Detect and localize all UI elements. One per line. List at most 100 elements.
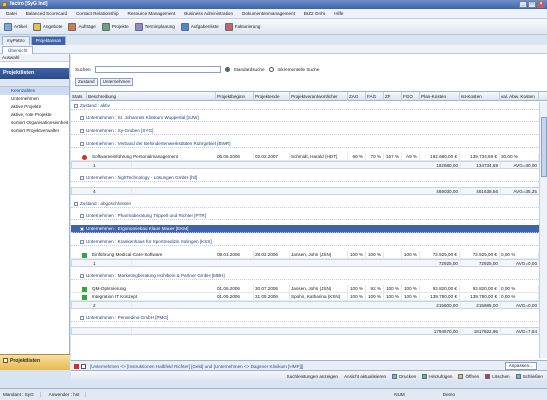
oeffnen-button[interactable]: Öffnen [458, 373, 479, 379]
menu-biz2[interactable]: BIZ2 Onl's [304, 11, 325, 16]
sidebar-item-projektverwalter[interactable]: sortiert Projektverwalter [0, 127, 69, 135]
sidebar-item-aktive-rote-projekte[interactable]: aktive, rote Projekte [0, 111, 69, 119]
group-label: Zustand : abgeschlossen [80, 201, 132, 206]
menu-resource-management[interactable]: Resource Management [128, 11, 176, 16]
table-row[interactable]: Integration IT Konzept 01.05.2006 31.05.20… [71, 293, 547, 301]
table-row[interactable]: QM-Optimierung 01.06.2006 30.07.2006 Jansen… [71, 285, 547, 293]
col-abw-kosten[interactable]: val. Abw. Kosten [500, 92, 539, 101]
expand-icon[interactable] [74, 201, 78, 206]
summary-plan: 192680,00 [421, 162, 461, 170]
toolbar-angebote-button[interactable]: Angebote [32, 22, 62, 31]
suchleistungen-button[interactable]: Suchleistungen anzeigen [287, 374, 338, 379]
anpassen-button[interactable]: Anpassen... [504, 362, 537, 370]
group-chip-zustand[interactable]: Zustand [75, 78, 98, 86]
search-input[interactable] [94, 66, 221, 73]
table-row[interactable]: Softwareeinführung Personalmanagement 06.… [71, 153, 547, 161]
ansicht-aktualisieren-button[interactable]: Ansicht aktualisieren [344, 374, 386, 379]
col-zf[interactable]: ZF [384, 92, 402, 101]
expand-icon[interactable] [80, 115, 84, 120]
group-row[interactable]: Unternehmen : Marketingberatung Hohlbein… [71, 272, 547, 280]
col-ist-kosten[interactable]: Ist-Kosten [460, 92, 500, 101]
sidebar-bottom-label: Projektlisten [10, 358, 41, 364]
sidebar-item-aktive-projekte[interactable]: aktive Projekte [0, 103, 69, 111]
col-fag[interactable]: FAG [366, 92, 384, 101]
toolbar-fakturierung-button[interactable]: Fakturierung [224, 22, 260, 31]
toolbar-projekte-button[interactable]: Projekte [101, 22, 129, 31]
menu-business-administration[interactable]: Business Administration [184, 11, 233, 16]
group-label: Unternehmen : St. Johannes Klinikum Wupp… [86, 115, 199, 120]
toolbar-auftraege-button[interactable]: Aufträge [68, 22, 96, 31]
summary-abw: AVG=7,84 [501, 328, 540, 336]
table-row[interactable]: Einführung Medical-Care-Software 09.01.20… [71, 251, 547, 259]
scrollbar-thumb[interactable] [541, 117, 547, 177]
col-projektende[interactable]: Projektende [254, 92, 290, 101]
group-row[interactable]: Unternehmen : Pharmaberatung Trippelt un… [71, 212, 547, 220]
expand-icon[interactable] [80, 315, 84, 320]
expand-icon[interactable] [80, 226, 84, 231]
col-stats[interactable]: Stats [71, 92, 87, 101]
tab-mypattro[interactable]: myPattro [2, 36, 30, 45]
tab-projektansicht[interactable]: Projektansan [30, 36, 67, 45]
group-row[interactable]: Unternehmen : Krankenhaus für Sportmediz… [71, 238, 547, 246]
group-row[interactable]: Unternehmen : Ergonomiebau Klaus Mauer [… [71, 225, 547, 233]
group-row[interactable]: Unternehmen : Sy-Gruben [SYG] [71, 127, 547, 135]
menu-contact-relationship[interactable]: Contact Relationship [76, 11, 118, 16]
tab-uebersicht[interactable]: Übersicht [2, 46, 34, 54]
expand-icon[interactable] [80, 175, 84, 180]
close-button[interactable]: × [537, 1, 545, 8]
menu-dokumentenmanagement[interactable]: Dokumentenmanagement [242, 11, 295, 16]
cell-abw: 0,00 % [500, 285, 539, 293]
vertical-scrollbar[interactable] [539, 102, 547, 358]
incremental-search-radio[interactable] [268, 67, 274, 72]
col-zag[interactable]: ZAG [348, 92, 366, 101]
standard-search-radio[interactable] [224, 67, 230, 72]
col-projektbeginn[interactable]: Projektbeginn [216, 92, 254, 101]
group-row[interactable]: Zustand : aktiv [71, 102, 547, 110]
group-row[interactable]: Unternehmen : St. Johannes Klinikum Wupp… [71, 114, 547, 122]
group-row[interactable]: Unternehmen : Verband der Behindertenwer… [71, 140, 547, 148]
status-num: NUM [394, 392, 405, 397]
expand-icon[interactable] [80, 128, 84, 133]
drucken-button[interactable]: Drucken [392, 373, 416, 379]
maximize-button[interactable]: □ [528, 1, 536, 8]
group-label: Unternehmen : highTechnology - Lösungen … [86, 175, 198, 180]
open-icon [458, 373, 464, 379]
window-title: factro [SyG Ind] [10, 1, 48, 7]
sidebar-item-organisationseinheit[interactable]: sortiert Organisationseinheit [0, 119, 69, 127]
group-label: Unternehmen : Marketingberatung Hohlbein… [86, 273, 225, 278]
group-chip-unternehmen[interactable]: Unternehmen [99, 78, 134, 86]
expand-icon[interactable] [80, 239, 84, 244]
sidebar-item-kennzahlen[interactable]: Kennzahlen [0, 87, 69, 95]
toolbar-label: Projekte [111, 24, 129, 29]
col-beschreibung[interactable]: Beschreibung [87, 92, 216, 101]
search-label: Suchen [75, 67, 91, 72]
col-projektverantwortlicher[interactable]: Projektverantwortlicher [290, 92, 348, 101]
menu-balanced-scorecard[interactable]: Balanced Scorecard [26, 11, 67, 16]
clear-filter-icon[interactable] [74, 364, 79, 369]
summary-row: 1 72925,00 72925,00 AVG=0,00 [71, 259, 547, 268]
group-row[interactable]: Unternehmen : highTechnology - Lösungen … [71, 174, 547, 182]
hinzufuegen-button[interactable]: Hinzufügen [422, 373, 452, 379]
expand-icon[interactable] [80, 273, 84, 278]
summary-count: 1 [92, 260, 132, 268]
expand-icon[interactable] [80, 213, 84, 218]
expand-icon[interactable] [80, 141, 84, 146]
sidebar-projektlisten-button[interactable]: Projektlisten [0, 354, 70, 370]
group-row[interactable]: Zustand : abgeschlossen [71, 200, 547, 208]
toolbar-terminplanung-button[interactable]: Terminplanung [134, 22, 175, 31]
loeschen-button[interactable]: Löschen [485, 373, 510, 379]
col-plan-kosten[interactable]: Plan-Kosten [420, 92, 460, 101]
minimize-button[interactable]: _ [519, 1, 527, 8]
group-row[interactable]: Unternehmen : Pensedina GmbH [PMG] [71, 314, 547, 322]
menu-hilfe[interactable]: Hilfe [334, 11, 343, 16]
sidebar-item-unternehmen[interactable]: Unternehmen [0, 95, 69, 103]
cell-abw: 0,00 % [500, 293, 539, 301]
toolbar-artikel-button[interactable]: Artikel [4, 22, 27, 31]
tasklist-icon [180, 22, 189, 31]
filter-checkbox[interactable] [81, 364, 86, 369]
toolbar-aufgabenliste-button[interactable]: Aufgabenliste [180, 22, 219, 31]
schliessen-button[interactable]: Schließen [515, 373, 543, 379]
menu-datei[interactable]: Datei [6, 11, 17, 16]
expand-icon[interactable] [74, 103, 78, 108]
col-fgo[interactable]: FGO [402, 92, 420, 101]
